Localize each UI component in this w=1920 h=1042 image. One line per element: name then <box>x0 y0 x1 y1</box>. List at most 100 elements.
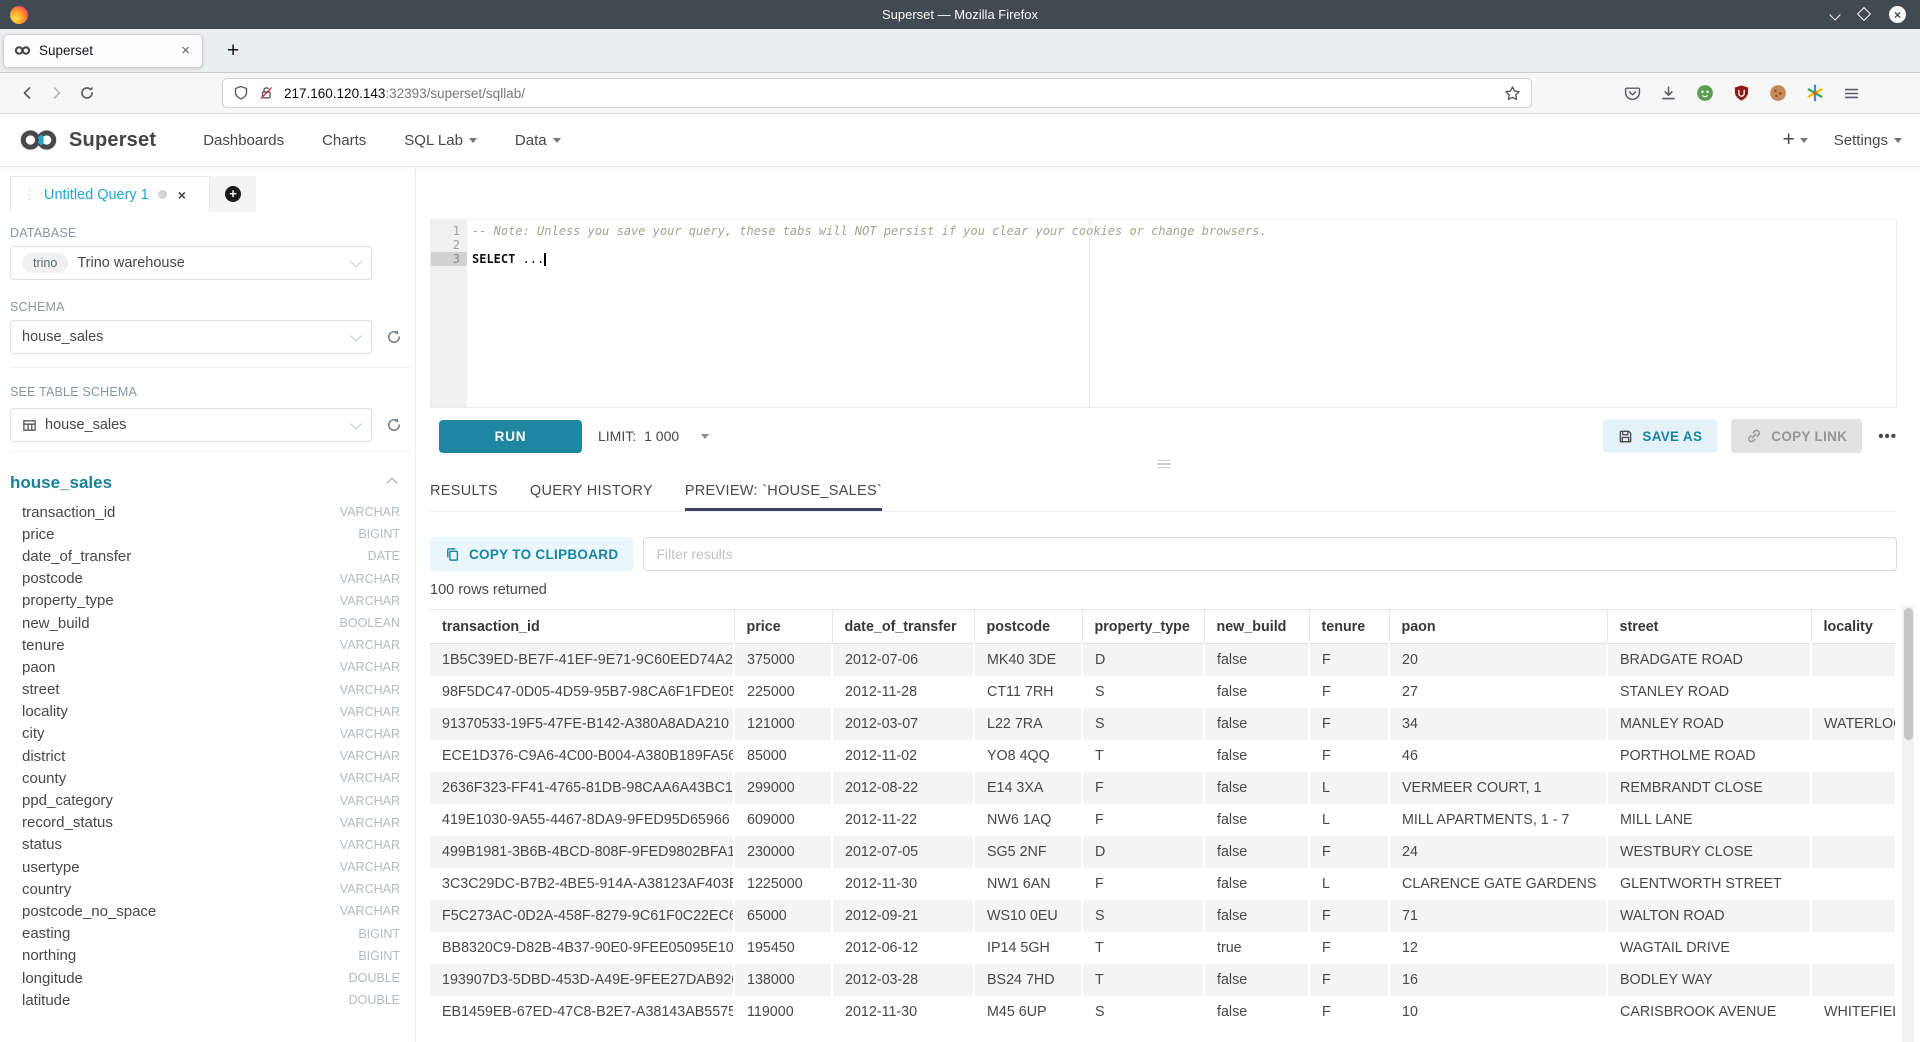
sql-editor[interactable]: 123 -- Note: Unless you save your query,… <box>430 219 1897 408</box>
save-as-button[interactable]: SAVE AS <box>1603 419 1717 453</box>
database-select[interactable]: trino Trino warehouse <box>10 246 372 280</box>
table-row: 419E1030-9A55-4467-8DA9-9FED95D659666090… <box>430 804 1896 836</box>
extension-asterisk-icon[interactable] <box>1806 84 1824 102</box>
schema-column-row: postcode_no_spaceVARCHAR <box>10 900 400 922</box>
table-cell: WATERLOO <box>1811 708 1896 740</box>
tracking-shield-icon[interactable] <box>233 85 249 101</box>
back-icon[interactable] <box>12 78 42 108</box>
table-cell: true <box>1204 932 1309 964</box>
add-new-menu[interactable]: + <box>1783 128 1808 152</box>
refresh-schemas-icon[interactable] <box>386 329 402 345</box>
results-scrollbar[interactable] <box>1902 606 1914 1042</box>
table-cell: MANLEY ROAD <box>1607 708 1811 740</box>
insecure-lock-icon[interactable] <box>258 85 274 101</box>
add-query-tab-button[interactable]: + <box>210 176 256 212</box>
table-cell: 10 <box>1389 996 1607 1028</box>
table-row: 1B5C39ED-BE7F-41EF-9E71-9C60EED74A223750… <box>430 644 1896 676</box>
nav-item-dashboards[interactable]: Dashboards <box>203 132 284 149</box>
query-tab-close-icon[interactable]: × <box>178 187 186 203</box>
column-header-locality[interactable]: locality <box>1811 610 1896 644</box>
browser-tab[interactable]: Superset × <box>3 34 203 68</box>
editor-code-area[interactable]: -- Note: Unless you save your query, the… <box>467 220 1896 407</box>
pane-splitter-handle[interactable] <box>430 458 1897 470</box>
limit-dropdown[interactable]: LIMIT: 1 000 <box>598 428 709 444</box>
table-cell: 2012-11-02 <box>832 740 974 772</box>
drag-grip-icon[interactable]: ⋮ <box>23 187 35 203</box>
more-actions-button[interactable]: ••• <box>1878 428 1897 445</box>
copy-link-button[interactable]: COPY LINK <box>1731 419 1862 453</box>
download-icon[interactable] <box>1660 85 1677 102</box>
results-tab-preview-house-sales[interactable]: PREVIEW: `HOUSE_SALES` <box>685 483 882 511</box>
column-header-street[interactable]: street <box>1607 610 1811 644</box>
schema-column-row: tenureVARCHAR <box>10 634 400 656</box>
nav-item-charts[interactable]: Charts <box>322 132 366 149</box>
collapse-chevron-up-icon[interactable] <box>388 474 396 492</box>
superset-brand[interactable]: Superset <box>18 128 156 152</box>
column-name: city <box>22 725 45 742</box>
refresh-tables-icon[interactable] <box>386 417 402 433</box>
results-tab-query-history[interactable]: QUERY HISTORY <box>530 483 653 511</box>
window-maximize-icon[interactable] <box>1859 6 1869 24</box>
table-cell: REMBRANDT CLOSE <box>1607 772 1811 804</box>
schema-column-row: countyVARCHAR <box>10 767 400 789</box>
column-type: DATE <box>368 549 400 563</box>
ublock-origin-icon[interactable] <box>1733 84 1750 102</box>
table-cell: GLENTWORTH STREET <box>1607 868 1811 900</box>
column-type: VARCHAR <box>340 794 400 808</box>
browser-tab-close-icon[interactable]: × <box>179 43 192 58</box>
settings-menu[interactable]: Settings <box>1834 132 1902 149</box>
column-type: BOOLEAN <box>340 616 400 630</box>
table-cell: false <box>1204 964 1309 996</box>
table-cell: PORTHOLME ROAD <box>1607 740 1811 772</box>
table-cell: 138000 <box>734 964 832 996</box>
nav-item-sql-lab[interactable]: SQL Lab <box>404 132 477 149</box>
results-tab-results[interactable]: RESULTS <box>430 483 498 511</box>
column-header-postcode[interactable]: postcode <box>974 610 1082 644</box>
schema-select[interactable]: house_sales <box>10 320 372 354</box>
table-cell <box>1811 644 1896 676</box>
pocket-icon[interactable] <box>1624 85 1641 102</box>
table-schema-header[interactable]: house_sales <box>10 473 400 493</box>
column-header-date_of_transfer[interactable]: date_of_transfer <box>832 610 974 644</box>
schema-column-row: priceBIGINT <box>10 523 400 545</box>
column-header-new_build[interactable]: new_build <box>1204 610 1309 644</box>
query-tab-active[interactable]: ⋮ Untitled Query 1 × <box>10 176 210 212</box>
run-button[interactable]: RUN <box>439 420 582 453</box>
copy-to-clipboard-button[interactable]: COPY TO CLIPBOARD <box>430 537 633 571</box>
filter-results-input[interactable] <box>643 537 1897 571</box>
column-type: VARCHAR <box>340 816 400 830</box>
column-type: VARCHAR <box>340 882 400 896</box>
column-header-paon[interactable]: paon <box>1389 610 1607 644</box>
column-type: BIGINT <box>358 949 400 963</box>
table-select[interactable]: house_sales <box>10 408 372 442</box>
url-bar[interactable]: 217.160.120.143:32393/superset/sqllab/ <box>222 78 1532 108</box>
cookie-icon[interactable] <box>1769 84 1787 102</box>
column-type: VARCHAR <box>340 683 400 697</box>
forward-icon[interactable] <box>42 78 72 108</box>
table-cell: 2012-11-30 <box>832 868 974 900</box>
table-cell: 225000 <box>734 676 832 708</box>
privacy-badger-icon[interactable] <box>1696 84 1714 102</box>
schema-column-row: longitudeDOUBLE <box>10 967 400 989</box>
table-cell: F <box>1309 932 1389 964</box>
window-close-icon[interactable]: × <box>1889 6 1906 23</box>
table-cell: 499B1981-3B6B-4BCD-808F-9FED9802BFA1 <box>430 836 734 868</box>
new-tab-button[interactable]: + <box>221 40 245 61</box>
column-header-price[interactable]: price <box>734 610 832 644</box>
menu-hamburger-icon[interactable] <box>1843 85 1860 102</box>
reload-icon[interactable] <box>72 78 102 108</box>
bookmark-star-icon[interactable] <box>1504 85 1521 102</box>
table-cell: 2636F323-FF41-4765-81DB-98CAA6A43BC1 <box>430 772 734 804</box>
table-row: EB1459EB-67ED-47C8-B2E7-A38143AB55751190… <box>430 996 1896 1028</box>
table-cell: STANLEY ROAD <box>1607 676 1811 708</box>
window-minimize-icon[interactable] <box>1831 11 1839 19</box>
nav-item-data[interactable]: Data <box>515 132 561 149</box>
url-text[interactable]: 217.160.120.143:32393/superset/sqllab/ <box>284 86 1504 101</box>
column-header-tenure[interactable]: tenure <box>1309 610 1389 644</box>
column-header-property_type[interactable]: property_type <box>1082 610 1204 644</box>
column-header-transaction_id[interactable]: transaction_id <box>430 610 734 644</box>
table-cell: F <box>1309 996 1389 1028</box>
column-name: transaction_id <box>22 504 115 521</box>
column-name: new_build <box>22 615 90 632</box>
scrollbar-thumb[interactable] <box>1904 608 1913 740</box>
